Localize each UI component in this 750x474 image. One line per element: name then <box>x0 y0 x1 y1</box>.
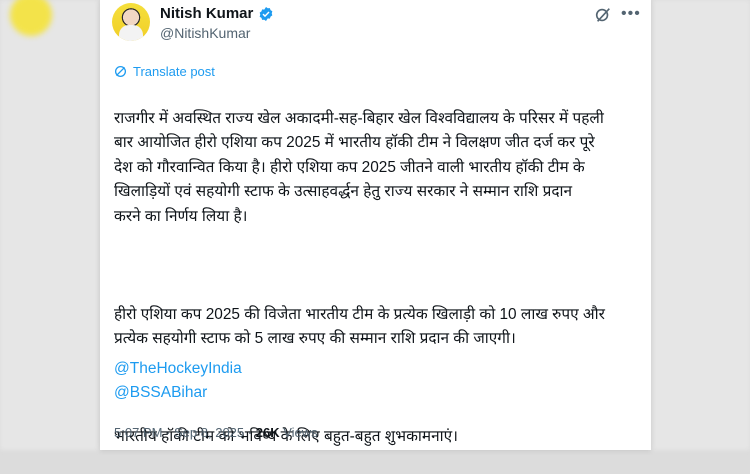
post-paragraph-2: हीरो एशिया कप 2025 की विजेता भारतीय टीम … <box>114 305 605 348</box>
mention-link-bssabihar[interactable]: @BSSABihar <box>114 384 207 402</box>
meta-separator-2: · <box>247 425 253 440</box>
post-meta: 5:07 PM · Sep 8, 2025 · 26K Views <box>114 425 318 440</box>
mention-link-hockeyindia[interactable]: @TheHockeyIndia <box>114 360 242 378</box>
author-handle[interactable]: @NitishKumar <box>160 25 250 41</box>
grok-icon[interactable] <box>594 6 612 24</box>
translate-post-label: Translate post <box>133 64 215 79</box>
translate-post-link[interactable]: Translate post <box>114 64 215 79</box>
post-card: Nitish Kumar @NitishKumar ••• Translate … <box>100 0 651 450</box>
blurred-background-right <box>650 0 750 450</box>
author-name-row: Nitish Kumar <box>160 5 274 22</box>
post-time[interactable]: 5:07 PM <box>114 425 162 440</box>
verified-badge-icon <box>258 6 274 22</box>
views-label: Views <box>283 425 318 440</box>
post-paragraph-1: राजगीर में अवस्थित राज्य खेल अकादमी-सह-ब… <box>114 109 604 225</box>
author-name[interactable]: Nitish Kumar <box>160 5 253 22</box>
meta-separator: · <box>166 425 171 440</box>
post-date[interactable]: Sep 8, 2025 <box>174 425 244 440</box>
translate-icon <box>114 65 127 78</box>
views-count: 26K <box>255 425 280 440</box>
blurred-background-left <box>0 0 100 450</box>
more-icon[interactable]: ••• <box>621 5 640 23</box>
avatar[interactable] <box>112 3 150 41</box>
post-body: राजगीर में अवस्थित राज्य खेल अकादमी-सह-ब… <box>114 82 644 474</box>
